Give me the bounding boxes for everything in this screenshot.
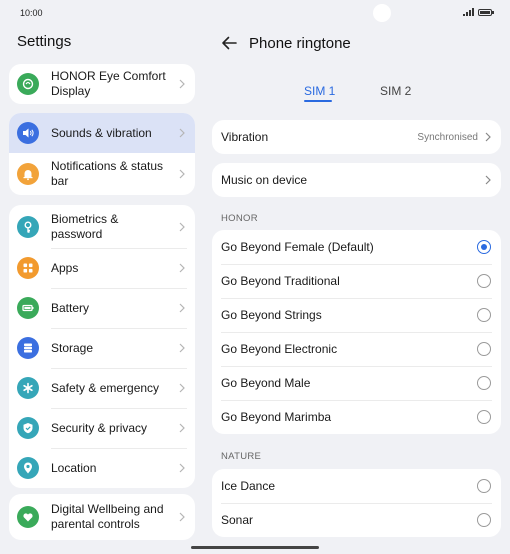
- apps-grid-icon: [17, 257, 39, 279]
- chevron-right-icon: [484, 175, 492, 185]
- settings-item-sounds[interactable]: Sounds & vibration: [9, 113, 195, 153]
- chevron-right-icon: [178, 343, 186, 353]
- camera-cutout: [373, 4, 391, 22]
- vibration-row[interactable]: Vibration Synchronised: [212, 120, 501, 154]
- bell-icon: [17, 163, 39, 185]
- ringtone-item[interactable]: Go Beyond Female (Default): [212, 230, 501, 264]
- battery-status-icon: [478, 8, 494, 16]
- settings-item-apps[interactable]: Apps: [9, 248, 195, 288]
- ringtone-label: Sonar: [221, 513, 254, 527]
- chevron-right-icon: [178, 383, 186, 393]
- storage-icon: [17, 337, 39, 359]
- settings-group-wellbeing: Digital Wellbeing and parental controls: [9, 494, 195, 540]
- settings-item-security[interactable]: Security & privacy: [9, 408, 195, 448]
- key-icon: [17, 215, 39, 238]
- radio-button[interactable]: [477, 308, 491, 322]
- settings-item-storage[interactable]: Storage: [9, 328, 195, 368]
- vibration-label: Vibration: [221, 130, 269, 144]
- settings-item-label: HONOR Eye Comfort Display: [51, 69, 166, 98]
- ringtone-label: Go Beyond Electronic: [221, 342, 338, 356]
- vibration-card: Vibration Synchronised: [212, 120, 501, 154]
- ringtone-label: Go Beyond Marimba: [221, 410, 332, 424]
- settings-item-label: Apps: [51, 260, 79, 275]
- settings-item-label: Security & privacy: [51, 420, 148, 435]
- settings-group-system: Biometrics & password Apps Battery Stora…: [9, 205, 195, 488]
- signal-icon: [463, 8, 474, 16]
- ringtone-item[interactable]: Sonar: [212, 503, 501, 537]
- settings-item-battery[interactable]: Battery: [9, 288, 195, 328]
- radio-button[interactable]: [477, 274, 491, 288]
- ringtone-label: Go Beyond Female (Default): [221, 240, 374, 254]
- status-icons: [463, 8, 494, 16]
- settings-item-label: Digital Wellbeing and parental controls: [51, 502, 164, 531]
- settings-item-label: Sounds & vibration: [51, 125, 152, 140]
- chevron-right-icon: [178, 303, 186, 313]
- ringtone-label: Ice Dance: [221, 479, 276, 493]
- settings-title: Settings: [17, 33, 72, 50]
- settings-item-label: Notifications & status bar: [51, 159, 164, 188]
- settings-item-location[interactable]: Location: [9, 448, 195, 488]
- radio-button[interactable]: [477, 376, 491, 390]
- vibration-value: Synchronised: [417, 131, 478, 143]
- tab-sim1[interactable]: SIM 1: [304, 84, 335, 98]
- music-card: Music on device: [212, 163, 501, 197]
- ringtone-list-nature: Ice Dance Sonar: [212, 469, 501, 537]
- battery-icon: [17, 297, 39, 319]
- settings-item-digital-wellbeing[interactable]: Digital Wellbeing and parental controls: [9, 494, 195, 540]
- settings-item-label: Storage: [51, 340, 94, 355]
- music-on-device-row[interactable]: Music on device: [212, 163, 501, 197]
- radio-button-selected[interactable]: [477, 240, 491, 254]
- gesture-navigation-bar[interactable]: [191, 546, 319, 549]
- ringtone-label: Go Beyond Traditional: [221, 274, 340, 288]
- settings-item-label: Battery: [51, 300, 90, 315]
- chevron-right-icon: [484, 132, 492, 142]
- status-time: 10:00: [20, 8, 43, 18]
- settings-group-sound: Sounds & vibration Notifications & statu…: [9, 113, 195, 195]
- back-arrow-icon[interactable]: [220, 35, 238, 51]
- chevron-right-icon: [178, 169, 186, 179]
- speaker-icon: [17, 122, 39, 144]
- ringtone-label: Go Beyond Strings: [221, 308, 322, 322]
- ringtone-item[interactable]: Go Beyond Electronic: [212, 332, 501, 366]
- ringtone-item[interactable]: Go Beyond Marimba: [212, 400, 501, 434]
- ringtone-list-honor: Go Beyond Female (Default) Go Beyond Tra…: [212, 230, 501, 434]
- ringtone-item[interactable]: Ice Dance: [212, 469, 501, 503]
- tab-selected-indicator: [304, 100, 332, 102]
- settings-item-biometrics[interactable]: Biometrics & password: [9, 205, 195, 248]
- page-title: Phone ringtone: [249, 35, 351, 52]
- settings-item-safety[interactable]: Safety & emergency: [9, 368, 195, 408]
- tab-sim2[interactable]: SIM 2: [380, 84, 411, 98]
- section-header-nature: NATURE: [221, 451, 262, 462]
- settings-item-notifications[interactable]: Notifications & status bar: [9, 153, 195, 195]
- eye-comfort-icon: [17, 73, 39, 95]
- location-pin-icon: [17, 457, 39, 479]
- radio-button[interactable]: [477, 342, 491, 356]
- ringtone-item[interactable]: Go Beyond Strings: [212, 298, 501, 332]
- settings-item-label: Location: [51, 460, 97, 475]
- ringtone-item[interactable]: Go Beyond Male: [212, 366, 501, 400]
- shield-icon: [17, 417, 39, 439]
- settings-item-eye-comfort[interactable]: HONOR Eye Comfort Display: [9, 64, 195, 104]
- chevron-right-icon: [178, 263, 186, 273]
- heart-person-icon: [17, 506, 39, 528]
- screen: 10:00 Settings HONOR Eye Comfort Display…: [0, 0, 510, 554]
- chevron-right-icon: [178, 512, 186, 522]
- settings-item-label: Safety & emergency: [51, 380, 160, 395]
- radio-button[interactable]: [477, 513, 491, 527]
- radio-button[interactable]: [477, 479, 491, 493]
- ringtone-label: Go Beyond Male: [221, 376, 311, 390]
- chevron-right-icon: [178, 463, 186, 473]
- chevron-right-icon: [178, 423, 186, 433]
- music-on-device-label: Music on device: [221, 173, 308, 187]
- asterisk-icon: [17, 377, 39, 399]
- chevron-right-icon: [178, 128, 186, 138]
- chevron-right-icon: [178, 222, 186, 232]
- section-header-honor: HONOR: [221, 213, 258, 224]
- ringtone-item[interactable]: Go Beyond Traditional: [212, 264, 501, 298]
- settings-group-display: HONOR Eye Comfort Display: [9, 64, 195, 104]
- settings-item-label: Biometrics & password: [51, 211, 119, 241]
- chevron-right-icon: [178, 79, 186, 89]
- radio-button[interactable]: [477, 410, 491, 424]
